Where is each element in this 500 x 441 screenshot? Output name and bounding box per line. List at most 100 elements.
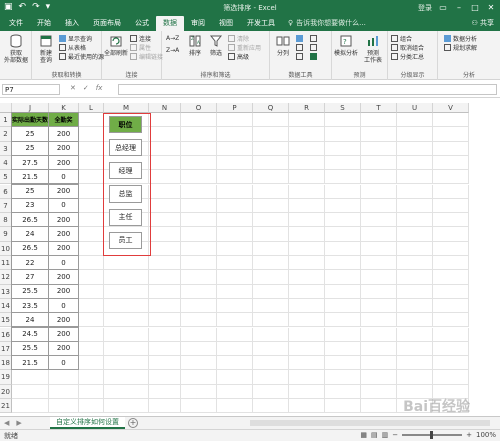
column-header-m[interactable]: M [104, 103, 149, 113]
cell[interactable] [289, 141, 325, 156]
table-cell-bonus[interactable]: 200 [48, 183, 79, 199]
refresh-all-button[interactable]: 全部刷新 [104, 34, 128, 57]
cell[interactable] [433, 113, 469, 128]
table-header-attendance[interactable]: 实际出勤天数 [11, 112, 49, 128]
cell[interactable] [253, 241, 289, 256]
zoom-level[interactable]: 100% [476, 431, 496, 439]
column-header-q[interactable]: Q [253, 103, 289, 113]
cell[interactable] [79, 356, 104, 371]
sort-descending-button[interactable]: Z→A [166, 47, 179, 54]
cell[interactable] [289, 270, 325, 285]
cell[interactable] [325, 356, 361, 371]
cell[interactable] [289, 313, 325, 328]
cell[interactable] [361, 213, 397, 228]
table-cell-attendance[interactable]: 25 [11, 140, 49, 156]
table-cell-attendance[interactable]: 25.5 [11, 283, 49, 299]
cell[interactable] [325, 298, 361, 314]
cell[interactable] [289, 227, 325, 242]
manage-data-model-button[interactable] [310, 53, 317, 60]
horizontal-scrollbar[interactable] [250, 420, 490, 426]
table-cell-bonus[interactable]: 0 [48, 255, 79, 271]
cell[interactable] [49, 399, 79, 414]
cell[interactable] [289, 184, 325, 199]
normal-view-icon[interactable]: ▦ [360, 431, 367, 439]
table-cell-attendance[interactable]: 23.5 [11, 297, 49, 314]
cell[interactable] [217, 399, 253, 414]
cell[interactable] [181, 370, 217, 385]
table-cell-bonus[interactable]: 200 [48, 212, 79, 228]
cell[interactable] [253, 356, 289, 371]
cell[interactable] [253, 327, 289, 342]
next-sheet-icon[interactable]: ▶ [16, 419, 21, 427]
cell[interactable] [217, 227, 253, 242]
cell[interactable] [181, 227, 217, 242]
data-analysis-button[interactable]: 数据分析 [444, 34, 477, 43]
cell[interactable] [253, 313, 289, 328]
column-header-t[interactable]: T [361, 103, 397, 113]
column-header-n[interactable]: N [149, 103, 181, 113]
cell[interactable] [104, 341, 149, 357]
cell[interactable] [79, 370, 104, 385]
cell[interactable] [289, 155, 325, 171]
cell[interactable] [217, 213, 253, 228]
what-if-button[interactable]: ? 模拟分析 [334, 34, 358, 57]
column-header-v[interactable]: V [433, 103, 469, 113]
cell[interactable] [361, 284, 397, 299]
page-break-view-icon[interactable]: ▥ [382, 431, 389, 439]
cell[interactable] [181, 298, 217, 314]
cell[interactable] [79, 155, 104, 171]
tab-view[interactable]: 视图 [212, 16, 240, 31]
ungroup-button[interactable]: 取消组合 [391, 43, 424, 52]
cell[interactable] [325, 284, 361, 299]
cell[interactable] [181, 184, 217, 199]
cell[interactable] [253, 198, 289, 214]
cell[interactable] [149, 184, 181, 199]
cell[interactable] [325, 141, 361, 156]
cell[interactable] [217, 127, 253, 142]
table-cell-attendance[interactable]: 23 [11, 197, 49, 214]
cell[interactable] [361, 399, 397, 414]
remove-duplicates-button[interactable] [296, 44, 303, 51]
properties-button[interactable]: 属性 [130, 43, 151, 52]
cell[interactable] [289, 370, 325, 385]
cell[interactable] [79, 313, 104, 328]
column-header-o[interactable]: O [181, 103, 217, 113]
table-cell-attendance[interactable]: 25 [11, 126, 49, 142]
cell[interactable] [149, 256, 181, 271]
cell[interactable] [217, 170, 253, 185]
cell[interactable] [181, 399, 217, 414]
cell[interactable] [397, 270, 433, 285]
cell[interactable] [433, 141, 469, 156]
table-cell-bonus[interactable]: 200 [48, 240, 79, 256]
cell[interactable] [149, 270, 181, 285]
cell[interactable] [253, 213, 289, 228]
sheet-tab-active[interactable]: 自定义排序如何设置 [50, 417, 125, 429]
cell[interactable] [49, 384, 79, 399]
cell[interactable] [433, 313, 469, 328]
cell[interactable] [217, 356, 253, 371]
table-cell-attendance[interactable]: 24 [11, 312, 49, 328]
cell[interactable] [217, 184, 253, 199]
cell[interactable] [397, 313, 433, 328]
cell[interactable] [289, 241, 325, 256]
cell[interactable] [217, 327, 253, 342]
cell[interactable] [149, 127, 181, 142]
cell[interactable] [433, 241, 469, 256]
cell[interactable] [104, 399, 149, 414]
table-cell-attendance[interactable]: 25.5 [11, 340, 49, 357]
cell[interactable] [149, 327, 181, 342]
cell[interactable] [181, 256, 217, 271]
cell[interactable] [253, 284, 289, 299]
cell[interactable] [433, 170, 469, 185]
formula-input[interactable] [118, 84, 497, 95]
cell[interactable] [289, 399, 325, 414]
cell[interactable] [104, 327, 149, 342]
cell[interactable] [79, 113, 104, 128]
cell[interactable] [12, 384, 49, 399]
cell[interactable] [79, 327, 104, 342]
cell[interactable] [217, 256, 253, 271]
table-cell-bonus[interactable]: 200 [48, 326, 79, 342]
cell[interactable] [79, 198, 104, 214]
new-query-button[interactable]: 新建 查询 [35, 34, 57, 64]
cell[interactable] [397, 256, 433, 271]
